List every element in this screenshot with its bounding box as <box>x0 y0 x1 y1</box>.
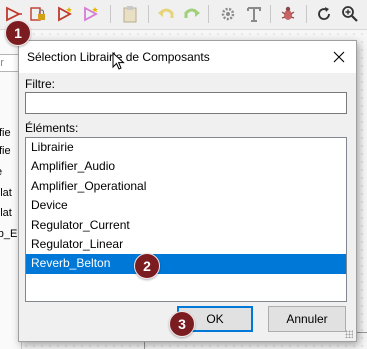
undo-icon[interactable] <box>156 4 176 24</box>
library-lock-icon[interactable] <box>28 4 48 24</box>
filter-input[interactable] <box>25 92 347 114</box>
list-item[interactable]: Librairie <box>26 138 346 157</box>
step-callout-1: 1 <box>5 20 31 46</box>
dialog-titlebar[interactable]: Sélection Librairie de Composants <box>19 41 356 73</box>
list-item[interactable]: Amplifier_Operational <box>26 177 346 196</box>
library-selection-dialog: Sélection Librairie de Composants Filtre… <box>18 40 357 342</box>
mouse-cursor-icon <box>112 52 125 70</box>
elements-label: Éléments: <box>25 121 79 135</box>
cancel-button[interactable]: Annuler <box>268 306 346 332</box>
new-symbol-pink-icon[interactable] <box>82 4 102 24</box>
list-item[interactable]: Device <box>26 196 346 215</box>
bug-icon[interactable] <box>278 4 298 24</box>
close-icon <box>333 51 345 63</box>
list-item-selected[interactable]: Reverb_Belton <box>26 254 346 274</box>
close-button[interactable] <box>322 41 356 73</box>
paste-icon[interactable] <box>120 4 140 24</box>
list-item[interactable]: Regulator_Linear <box>26 235 346 254</box>
zoom-in-icon[interactable] <box>340 4 360 24</box>
settings-icon[interactable] <box>218 4 238 24</box>
step-callout-3: 3 <box>169 311 195 337</box>
elements-list[interactable]: Librairie Amplifier_Audio Amplifier_Oper… <box>25 137 347 302</box>
filter-label: Filtre: <box>25 77 55 91</box>
refresh-icon[interactable] <box>314 4 334 24</box>
main-toolbar <box>0 0 367 30</box>
redo-icon[interactable] <box>182 4 202 24</box>
resize-grip[interactable] <box>345 330 353 338</box>
new-symbol-icon[interactable] <box>56 4 76 24</box>
list-item[interactable]: Amplifier_Audio <box>26 157 346 176</box>
step-callout-2: 2 <box>134 253 160 279</box>
text-icon[interactable] <box>244 4 264 24</box>
list-item[interactable]: Regulator_Current <box>26 216 346 235</box>
